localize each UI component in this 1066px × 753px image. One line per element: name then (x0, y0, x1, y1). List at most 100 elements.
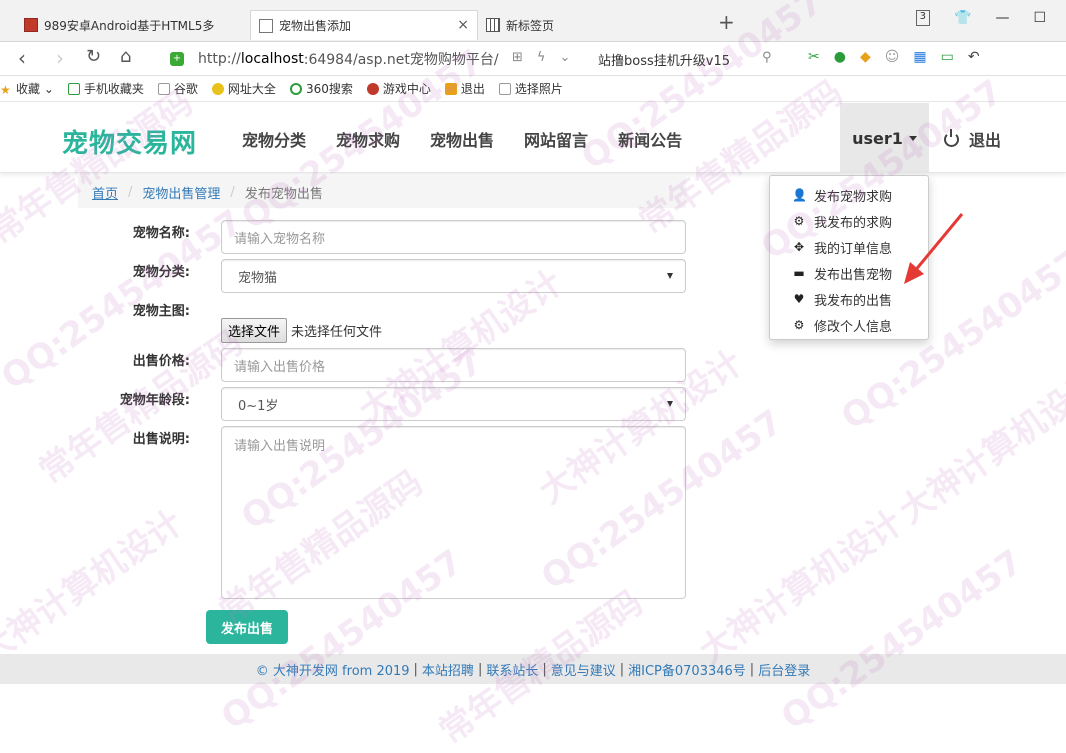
bookmark-label: 游戏中心 (382, 82, 431, 96)
placeholder: 请输入宠物名称 (234, 231, 326, 247)
menu-item-label: 我发布的求购 (814, 215, 893, 231)
pet-age-select[interactable]: 0~1岁 (221, 387, 686, 421)
page-icon (259, 18, 273, 33)
nav-item-sale[interactable]: 宠物出售 (430, 127, 494, 151)
bookmark-label: 选择照片 (514, 82, 563, 96)
shirt-icon[interactable]: 👕 (954, 10, 971, 26)
watermark: 大神计算机设计 (0, 502, 190, 673)
submit-sale-button[interactable]: 发布出售 (206, 610, 288, 644)
nav-globe-icon (211, 82, 224, 95)
search-icon[interactable]: ⚲ (762, 50, 772, 65)
menu-item-label: 发布出售宠物 (814, 267, 893, 283)
shield-plus-icon[interactable]: ◆ (860, 49, 871, 65)
site-navbar: 宠物交易网 宠物分类 宠物求购 宠物出售 网站留言 新闻公告 user1 退出 (0, 103, 1066, 173)
bookmark-item[interactable]: 谷歌 (157, 80, 198, 97)
footer-link-admin[interactable]: 后台登录 (758, 660, 810, 679)
forward-icon[interactable]: › (56, 46, 64, 70)
menu-item-edit-profile[interactable]: ⚙ 修改个人信息 (770, 312, 928, 338)
description-label: 出售说明: (132, 432, 190, 447)
file-status: 未选择任何文件 (291, 325, 383, 340)
menu-item-post-wanted[interactable]: 👤 发布宠物求购 (770, 182, 928, 208)
pet-category-select[interactable]: 宠物猫 (221, 259, 686, 293)
breadcrumb-home[interactable]: 首页 (92, 183, 118, 202)
card-icon: ▬ (793, 266, 805, 280)
pet-name-input[interactable]: 请输入宠物名称 (221, 220, 686, 254)
bookmark-item[interactable]: 网址大全 (211, 80, 276, 97)
grid-icon (486, 18, 500, 32)
watermark: 大神计算机设计 (692, 502, 910, 673)
footer-separator: | (542, 661, 547, 677)
bolt-icon[interactable]: ϟ (537, 50, 546, 65)
browser-tab-active[interactable]: 宠物出售添加 × (250, 10, 478, 40)
select-arrow-icon (667, 401, 673, 407)
selected-value: 0~1岁 (238, 398, 279, 414)
battery-icon[interactable]: ▭ (941, 49, 954, 65)
browser-tab-title: 989安卓Android基于HTML5多 (44, 18, 215, 33)
reload-icon[interactable]: ↻ (86, 46, 101, 67)
power-icon (944, 128, 959, 147)
description-textarea[interactable]: 请输入出售说明 (221, 426, 686, 599)
logout-link[interactable]: 退出 (944, 127, 1001, 151)
footer-separator: | (477, 661, 483, 677)
close-tab-icon[interactable]: × (457, 17, 469, 33)
star-icon: ★ (0, 82, 11, 97)
breadcrumb-separator: / (230, 184, 235, 200)
emoji-icon[interactable]: ☺ (885, 49, 900, 65)
chevron-down-icon[interactable]: ⌄ (559, 50, 570, 65)
address-icons: ⊞ ϟ ⌄ (512, 50, 570, 65)
bookmark-item[interactable]: 360搜索 (289, 80, 353, 97)
new-tab-button[interactable]: + (718, 10, 735, 34)
nav-item-message[interactable]: 网站留言 (524, 127, 588, 151)
bookmark-item[interactable]: 选择照片 (498, 80, 563, 97)
username: user1 (852, 128, 903, 148)
url-prefix: http:// (198, 51, 241, 67)
footer-link-feedback[interactable]: 意见与建议 (551, 660, 616, 679)
footer-copyright[interactable]: © 大神开发网 from 2019 (256, 660, 410, 679)
page-icon (498, 82, 511, 95)
qr-icon[interactable]: ⊞ (512, 50, 523, 65)
footer-link-jobs[interactable]: 本站招聘 (422, 660, 474, 679)
window-count-badge[interactable]: 3 (915, 10, 930, 26)
bookmark-item[interactable]: ★ 收藏 ⌄ (0, 80, 54, 97)
toolbar-icons: ✂ ● ◆ ☺ ▦ ▭ ↶ (808, 49, 980, 65)
bookmark-item[interactable]: 手机收藏夹 (67, 80, 144, 97)
game-icon (366, 82, 379, 95)
bookmark-item[interactable]: 退出 (444, 80, 485, 97)
nav-item-news[interactable]: 新闻公告 (618, 127, 682, 151)
heart-icon: ♥ (793, 292, 805, 306)
gear-icon: ⚙ (793, 318, 805, 332)
user-menu-toggle[interactable]: user1 (840, 103, 929, 173)
bookmark-item[interactable]: 游戏中心 (366, 80, 431, 97)
choose-file-button[interactable]: 选择文件 (221, 318, 288, 343)
price-label: 出售价格: (132, 354, 190, 369)
bookmark-label: 谷歌 (173, 82, 198, 96)
bookmark-label: 手机收藏夹 (83, 82, 144, 96)
maximize-icon[interactable]: ☐ (1033, 10, 1046, 26)
home-icon[interactable]: ⌂ (120, 46, 131, 67)
watermark: QQ:254540457 (774, 542, 1031, 738)
url-path: :64984/asp.net宠物购物平台/ (303, 52, 499, 68)
undo-icon[interactable]: ↶ (968, 49, 980, 65)
footer-link-icp[interactable]: 湘ICP备0703346号 (628, 660, 746, 679)
scissors-icon[interactable]: ✂ (808, 49, 820, 65)
nav-item-wanted[interactable]: 宠物求购 (336, 127, 400, 151)
browser-tab-1[interactable]: 989安卓Android基于HTML5多 (24, 10, 246, 40)
watermark: 大神计算机设计 (892, 362, 1066, 533)
translate-icon[interactable]: ● (834, 49, 846, 65)
site-brand[interactable]: 宠物交易网 (62, 123, 197, 160)
nav-item-category[interactable]: 宠物分类 (242, 127, 306, 151)
apps-icon[interactable]: ▦ (913, 49, 926, 65)
footer-link-contact[interactable]: 联系站长 (486, 660, 538, 679)
minimize-icon[interactable]: — (995, 10, 1009, 26)
main-nav: 宠物分类 宠物求购 宠物出售 网站留言 新闻公告 (242, 127, 682, 151)
price-input[interactable]: 请输入出售价格 (221, 348, 686, 382)
secure-shield-icon: + (170, 52, 184, 66)
browser-tab-3[interactable]: 新标签页 (486, 10, 706, 40)
back-icon[interactable]: ‹ (18, 46, 26, 70)
breadcrumb-section[interactable]: 宠物出售管理 (142, 183, 220, 202)
bookmark-label: 收藏 (16, 82, 41, 96)
annotation-arrow-icon (904, 213, 964, 284)
site-footer: © 大神开发网 from 2019 | 本站招聘 | 联系站长 | 意见与建议 | 湘I… (0, 654, 1066, 684)
search-input[interactable]: 站撸boss挂机升级v15 (598, 50, 730, 69)
user-icon: 👤 (792, 188, 807, 202)
